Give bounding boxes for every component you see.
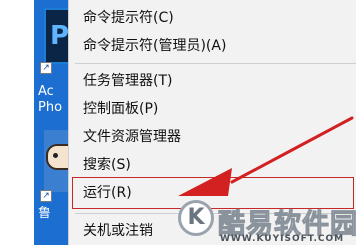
watermark-logo-icon: K xyxy=(178,200,214,236)
watermark-url: WWW.KUYISOFT.COM xyxy=(220,234,345,244)
watermark: K 酷易软件园 WWW.KUYISOFT.COM xyxy=(178,198,356,245)
